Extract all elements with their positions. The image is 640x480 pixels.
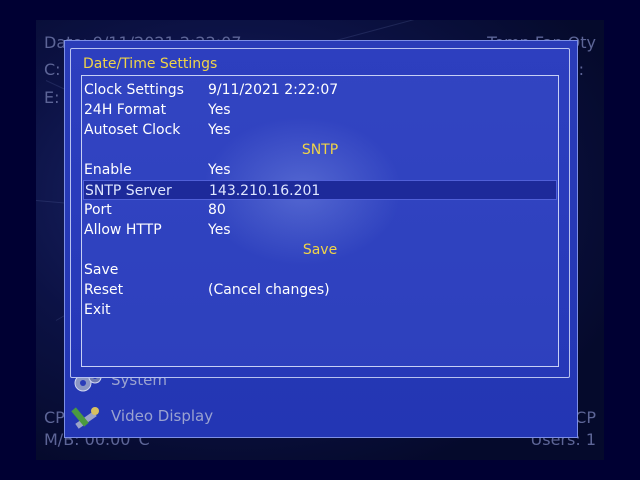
row-24h-format[interactable]: 24H Format Yes	[83, 100, 557, 120]
dialog-title: Date/Time Settings	[83, 56, 218, 72]
bg-cpu-right: CP	[575, 408, 596, 427]
section-header-sntp: SNTP	[83, 140, 557, 160]
menu-item-video-display[interactable]: Video Display	[71, 401, 213, 431]
row-exit[interactable]: Exit	[83, 300, 557, 320]
section-label: SNTP	[301, 142, 339, 158]
menu-item-video-display-label: Video Display	[111, 407, 214, 425]
row-label: SNTP Server	[85, 183, 172, 199]
row-label: Enable	[84, 162, 132, 178]
row-value: Yes	[208, 122, 231, 138]
row-label: Autoset Clock	[84, 122, 181, 138]
row-label: 24H Format	[84, 102, 167, 118]
bg-cpu-left: CP	[44, 408, 65, 427]
settings-list: Clock Settings 9/11/2021 2:22:07 24H For…	[81, 75, 559, 367]
row-reset[interactable]: Reset (Cancel changes)	[83, 280, 557, 300]
section-label: Save	[302, 242, 338, 258]
row-label: Clock Settings	[84, 82, 184, 98]
row-sntp-server[interactable]: SNTP Server 143.210.16.201	[83, 180, 557, 200]
row-label: Save	[84, 262, 119, 278]
row-port[interactable]: Port 80	[83, 200, 557, 220]
row-label: Exit	[84, 302, 111, 318]
bg-drive-e: E:	[44, 88, 60, 107]
datetime-settings-dialog: Date/Time Settings Clock Settings 9/11/2…	[70, 48, 570, 378]
row-enable[interactable]: Enable Yes	[83, 160, 557, 180]
row-value: 143.210.16.201	[209, 183, 321, 199]
row-value: (Cancel changes)	[208, 282, 330, 298]
section-header-save: Save	[83, 240, 557, 260]
row-allow-http[interactable]: Allow HTTP Yes	[83, 220, 557, 240]
row-clock-settings[interactable]: Clock Settings 9/11/2021 2:22:07	[83, 80, 557, 100]
tools-icon	[71, 403, 103, 429]
row-label: Reset	[84, 282, 124, 298]
row-value: Yes	[208, 162, 231, 178]
row-label: Allow HTTP	[84, 222, 162, 238]
row-value: Yes	[208, 102, 231, 118]
row-value: 80	[208, 202, 226, 218]
row-value: Yes	[208, 222, 231, 238]
bg-drive-c: C:	[44, 60, 61, 79]
row-save[interactable]: Save	[83, 260, 557, 280]
row-value: 9/11/2021 2:22:07	[208, 82, 339, 98]
row-autoset-clock[interactable]: Autoset Clock Yes	[83, 120, 557, 140]
row-label: Port	[84, 202, 112, 218]
